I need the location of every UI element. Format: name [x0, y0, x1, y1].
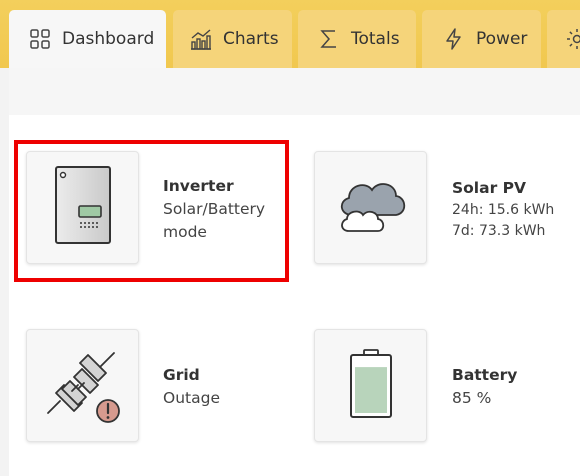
- tab-power[interactable]: Power: [422, 10, 541, 68]
- tab-dashboard[interactable]: Dashboard: [9, 10, 166, 68]
- battery-level: 85 %: [452, 389, 492, 407]
- tab-totals-label: Totals: [351, 29, 400, 49]
- grid-tile[interactable]: [26, 329, 139, 442]
- lightning-icon: [442, 27, 466, 51]
- grid-title: Grid: [163, 366, 200, 384]
- tab-power-label: Power: [476, 29, 528, 49]
- plug-warning-icon: [42, 343, 124, 429]
- grid-status: Outage: [163, 389, 220, 407]
- battery-icon: [346, 348, 396, 423]
- bar-chart-icon: [189, 27, 213, 51]
- tab-charts[interactable]: Charts: [173, 10, 292, 68]
- solar-7d-value: 7d: 73.3 kWh: [452, 223, 546, 239]
- cloud-icon: [332, 175, 410, 241]
- top-navigation-bar: Dashboard Charts Totals Power: [0, 0, 580, 68]
- solar-title: Solar PV: [452, 179, 526, 197]
- sigma-icon: [317, 27, 341, 51]
- solar-tile[interactable]: [314, 151, 427, 264]
- grid-icon: [28, 27, 52, 51]
- tab-settings[interactable]: [547, 10, 580, 68]
- battery-tile[interactable]: [314, 329, 427, 442]
- tab-dashboard-label: Dashboard: [62, 29, 155, 49]
- solar-info: Solar PV 24h: 15.6 kWh 7d: 73.3 kWh: [452, 177, 554, 242]
- selection-highlight: [14, 140, 289, 282]
- tab-totals[interactable]: Totals: [298, 10, 416, 68]
- grid-info: Grid Outage: [163, 364, 220, 410]
- tab-charts-label: Charts: [223, 29, 279, 49]
- battery-title: Battery: [452, 366, 518, 384]
- subheader-bar: [9, 68, 580, 115]
- gear-icon: [565, 27, 580, 51]
- battery-info: Battery 85 %: [452, 364, 517, 410]
- solar-24h-value: 24h: 15.6 kWh: [452, 202, 555, 218]
